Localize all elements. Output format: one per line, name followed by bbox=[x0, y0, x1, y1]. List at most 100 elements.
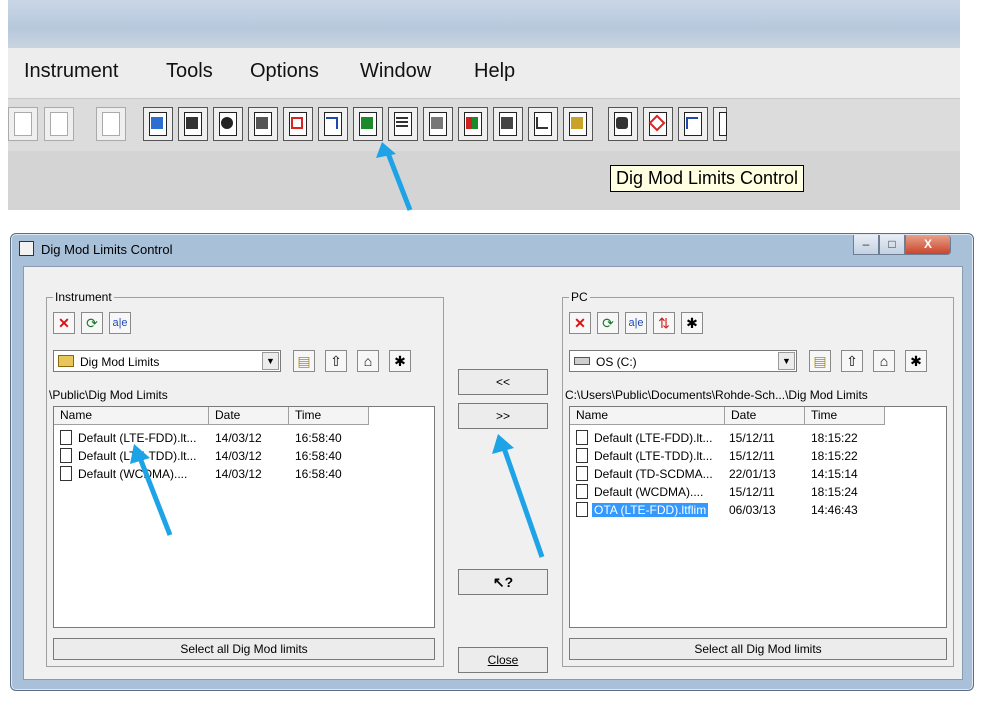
copy-to-instrument-button[interactable]: << bbox=[458, 369, 548, 395]
minimize-button[interactable]: – bbox=[853, 235, 879, 255]
rename-icon[interactable]: a|e bbox=[625, 312, 647, 334]
column-header-date[interactable]: Date bbox=[725, 407, 805, 425]
file-name: Default (WCDMA).... bbox=[78, 467, 188, 481]
window-close-button[interactable]: X bbox=[905, 235, 951, 255]
delete-icon[interactable]: ✕ bbox=[569, 312, 591, 334]
help-button[interactable]: ↖? bbox=[458, 569, 548, 595]
toolbar-button-3[interactable] bbox=[213, 107, 243, 141]
new-folder-icon[interactable]: ✱ bbox=[905, 350, 927, 372]
import-icon[interactable]: ⇅ bbox=[653, 312, 675, 334]
select-all-instrument-button[interactable]: Select all Dig Mod limits bbox=[53, 638, 435, 660]
table-row[interactable]: Default (LTE-TDD).lt... 14/03/12 16:58:4… bbox=[54, 447, 434, 465]
instrument-folder-select[interactable]: Dig Mod Limits ▼ bbox=[53, 350, 281, 372]
document-icon bbox=[719, 112, 727, 136]
pc-drive-value: OS (C:) bbox=[596, 355, 637, 369]
toolbar-button-preview[interactable] bbox=[44, 107, 74, 141]
file-time: 14:15:14 bbox=[811, 467, 858, 481]
copy-to-pc-button[interactable]: >> bbox=[458, 403, 548, 429]
menu-instrument[interactable]: Instrument bbox=[24, 60, 118, 83]
stack-icon bbox=[501, 117, 513, 129]
menu-window[interactable]: Window bbox=[360, 60, 431, 83]
toolbar-button-17[interactable] bbox=[713, 107, 727, 141]
toolbar-button-11[interactable] bbox=[493, 107, 523, 141]
table-row-selected[interactable]: OTA (LTE-FDD).ltflim 06/03/13 14:46:43 bbox=[570, 501, 946, 519]
folder-up-icon[interactable]: ⇧ bbox=[841, 350, 863, 372]
toolbar-button-10[interactable] bbox=[458, 107, 488, 141]
file-time: 18:15:22 bbox=[811, 431, 858, 445]
table-row[interactable]: Default (LTE-TDD).lt... 15/12/11 18:15:2… bbox=[570, 447, 946, 465]
dialog-title: Dig Mod Limits Control bbox=[41, 242, 173, 257]
menu-options[interactable]: Options bbox=[250, 60, 319, 83]
toolbar-button-6[interactable] bbox=[318, 107, 348, 141]
file-time: 16:58:40 bbox=[295, 449, 342, 463]
file-name: Default (TD-SCDMA... bbox=[594, 467, 713, 481]
instrument-file-list[interactable]: Name Date Time Default (LTE-FDD).lt... 1… bbox=[53, 406, 435, 628]
tooltip: Dig Mod Limits Control bbox=[610, 165, 805, 192]
toolbar-button-7[interactable] bbox=[353, 107, 383, 141]
select-all-pc-button[interactable]: Select all Dig Mod limits bbox=[569, 638, 947, 660]
pc-file-list[interactable]: Name Date Time Default (LTE-FDD).lt... 1… bbox=[569, 406, 947, 628]
file-date: 14/03/12 bbox=[215, 449, 262, 463]
toolbar-button-14[interactable] bbox=[608, 107, 638, 141]
toolbar-button-9[interactable] bbox=[423, 107, 453, 141]
table-row[interactable]: Default (WCDMA).... 15/12/11 18:15:24 bbox=[570, 483, 946, 501]
menu-help[interactable]: Help bbox=[474, 60, 515, 83]
toolbar-button-copy[interactable] bbox=[96, 107, 126, 141]
refresh-icon bbox=[151, 117, 163, 129]
file-name: Default (LTE-FDD).lt... bbox=[78, 431, 197, 445]
table-row[interactable]: Default (TD-SCDMA... 22/01/13 14:15:14 bbox=[570, 465, 946, 483]
file-date: 15/12/11 bbox=[729, 431, 775, 445]
drive-icon bbox=[574, 357, 590, 365]
home-icon[interactable]: ⌂ bbox=[357, 350, 379, 372]
column-header-time[interactable]: Time bbox=[805, 407, 885, 425]
file-icon bbox=[576, 502, 588, 517]
pc-drive-select[interactable]: OS (C:) ▼ bbox=[569, 350, 797, 372]
toolbar-button-8[interactable] bbox=[388, 107, 418, 141]
file-name: OTA (LTE-FDD).ltflim bbox=[592, 503, 709, 517]
file-date: 15/12/11 bbox=[729, 485, 775, 499]
pc-path: C:\Users\Public\Documents\Rohde-Sch...\D… bbox=[565, 388, 868, 402]
open-folder-icon[interactable]: ▤ bbox=[293, 350, 315, 372]
curve-icon bbox=[326, 117, 338, 129]
folder-up-icon[interactable]: ⇧ bbox=[325, 350, 347, 372]
toolbar-button-dig-mod-limits[interactable] bbox=[283, 107, 313, 141]
column-header-name[interactable]: Name bbox=[54, 407, 209, 425]
file-time: 16:58:40 bbox=[295, 431, 342, 445]
home-icon[interactable]: ⌂ bbox=[873, 350, 895, 372]
file-icon bbox=[576, 448, 588, 463]
column-header-name[interactable]: Name bbox=[570, 407, 725, 425]
new-file-icon[interactable]: ✱ bbox=[681, 312, 703, 334]
toolbar-button-2[interactable] bbox=[178, 107, 208, 141]
print-icon bbox=[14, 112, 32, 136]
open-folder-icon[interactable]: ▤ bbox=[809, 350, 831, 372]
maximize-button[interactable]: □ bbox=[879, 235, 905, 255]
dialog-title-bar[interactable]: Dig Mod Limits Control – □ X bbox=[11, 234, 973, 264]
refresh-icon[interactable]: ⟳ bbox=[597, 312, 619, 334]
chevron-down-icon[interactable]: ▼ bbox=[778, 352, 795, 370]
column-header-date[interactable]: Date bbox=[209, 407, 289, 425]
file-name: Default (WCDMA).... bbox=[594, 485, 704, 499]
table-row[interactable]: Default (LTE-FDD).lt... 15/12/11 18:15:2… bbox=[570, 429, 946, 447]
toolbar-button-1[interactable] bbox=[143, 107, 173, 141]
table-row[interactable]: Default (LTE-FDD).lt... 14/03/12 16:58:4… bbox=[54, 429, 434, 447]
limits-icon bbox=[291, 117, 303, 129]
toolbar-button-15[interactable] bbox=[643, 107, 673, 141]
menu-bar: Instrument Tools Options Window Help bbox=[8, 48, 960, 99]
column-header-time[interactable]: Time bbox=[289, 407, 369, 425]
menu-tools[interactable]: Tools bbox=[166, 60, 213, 83]
new-folder-icon[interactable]: ✱ bbox=[389, 350, 411, 372]
refresh-icon[interactable]: ⟳ bbox=[81, 312, 103, 334]
chevron-down-icon[interactable]: ▼ bbox=[262, 352, 279, 370]
file-time: 16:58:40 bbox=[295, 467, 342, 481]
toolbar-button-print[interactable] bbox=[8, 107, 38, 141]
instrument-path: \Public\Dig Mod Limits bbox=[49, 388, 168, 402]
toolbar-button-12[interactable] bbox=[528, 107, 558, 141]
toolbar-button-4[interactable] bbox=[248, 107, 278, 141]
toolbar-button-13[interactable] bbox=[563, 107, 593, 141]
delete-icon[interactable]: ✕ bbox=[53, 312, 75, 334]
toolbar-button-16[interactable] bbox=[678, 107, 708, 141]
rename-icon[interactable]: a|e bbox=[109, 312, 131, 334]
close-button[interactable]: Close bbox=[458, 647, 548, 673]
copy-icon bbox=[102, 112, 120, 136]
table-row[interactable]: Default (WCDMA).... 14/03/12 16:58:40 bbox=[54, 465, 434, 483]
